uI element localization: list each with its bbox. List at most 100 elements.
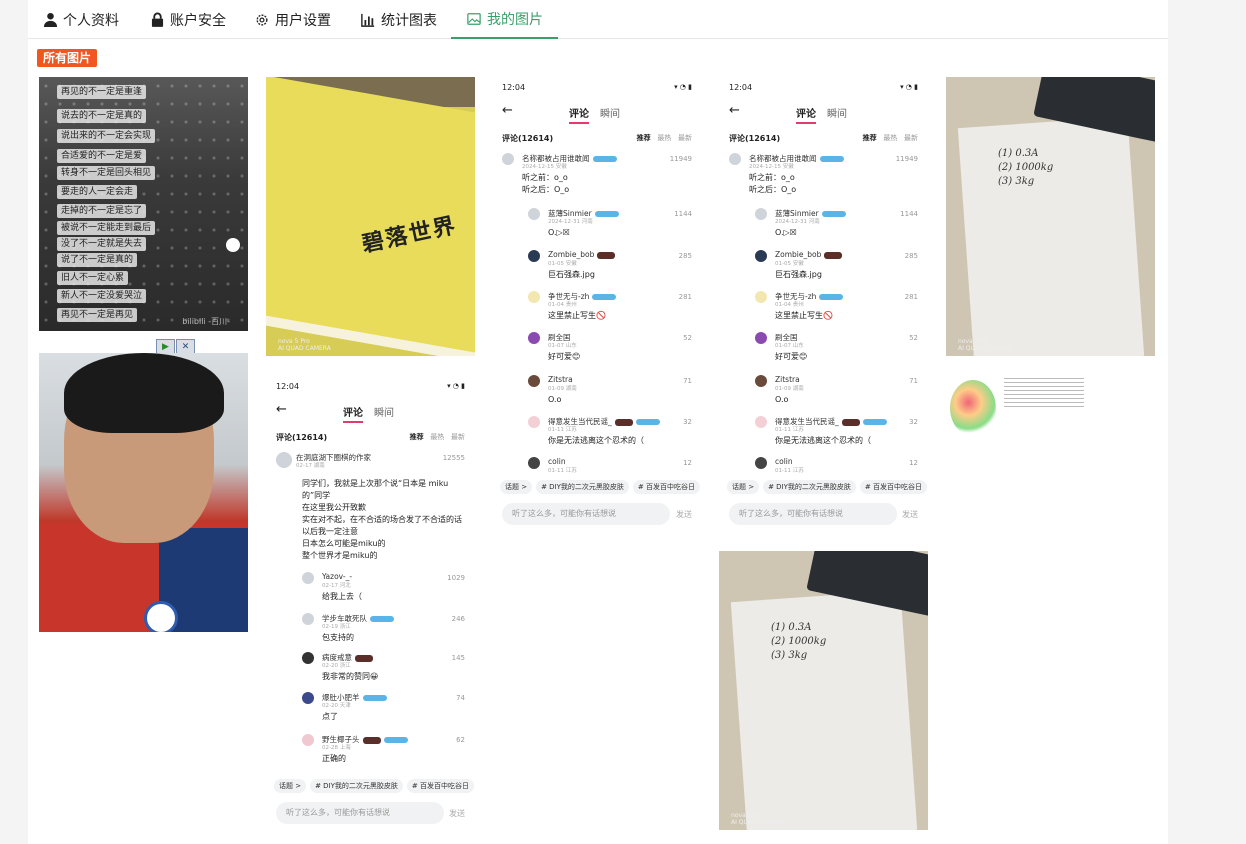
sort-new[interactable]: 最热 (657, 134, 671, 142)
topic-chip[interactable]: 话题 > (500, 480, 533, 494)
comment-input[interactable]: 听了这么多，可能你有话想说 (276, 802, 444, 824)
back-arrow-icon[interactable]: ← (502, 103, 513, 118)
like-count[interactable]: 1029 (447, 574, 465, 582)
sort-hot[interactable]: 推荐 (863, 134, 877, 142)
comment-input[interactable]: 听了这么多，可能你有话想说 (729, 503, 897, 525)
tab-profile[interactable]: 个人资料 (42, 0, 119, 39)
comment-text: 包支持的 (322, 633, 354, 642)
like-count[interactable]: 145 (452, 654, 465, 662)
topic-chip[interactable]: # 百发百中吃谷日 (406, 779, 475, 793)
avatar (528, 250, 540, 262)
picture-desk-2[interactable]: (1) 0.3A (2) 1000kg (3) 3kg nova 5 Pro AI Q… (719, 551, 928, 830)
play-icon[interactable]: ▶ (156, 339, 175, 354)
like-count[interactable]: 71 (909, 377, 918, 385)
comment-text: 好可爱😊 (775, 352, 808, 361)
reply-item: colin 01-11 江苏 12 (528, 457, 692, 477)
picture-comments-1-copy[interactable]: 12:04 ▾ ◔ ▮ ← 评论 瞬间 评论(12614) 推荐 最热 最新 名… (719, 77, 928, 529)
like-count[interactable]: 12 (683, 459, 692, 467)
like-count[interactable]: 32 (909, 418, 918, 426)
send-button[interactable]: 发送 (902, 509, 918, 520)
tab-statistics[interactable]: 统计图表 (360, 0, 437, 39)
hair-shape (64, 353, 224, 433)
send-button[interactable]: 发送 (449, 808, 465, 819)
like-count[interactable]: 281 (679, 293, 692, 301)
handwriting-line: (2) 1000kg (998, 162, 1054, 173)
picture-code-screenshot[interactable] (946, 376, 1155, 442)
like-count[interactable]: 1144 (674, 210, 692, 218)
like-count[interactable]: 32 (683, 418, 692, 426)
sort-new[interactable]: 最热 (883, 134, 897, 142)
like-count[interactable]: 74 (456, 694, 465, 702)
like-count[interactable]: 281 (905, 293, 918, 301)
tab-moments[interactable]: 瞬间 (600, 105, 620, 120)
like-count[interactable]: 71 (683, 377, 692, 385)
comment-text: 巨石强森.jpg (775, 270, 822, 279)
like-count[interactable]: 62 (456, 736, 465, 744)
picture-comments-2[interactable]: 12:04 ▾ ◔ ▮ ← 评论 瞬间 评论(12614) 推荐 最热 最新 在… (266, 376, 475, 830)
sort-latest[interactable]: 最新 (904, 134, 918, 142)
tab-user-settings[interactable]: 用户设置 (254, 0, 331, 39)
lyric-line: 旧人不一定心累 (57, 271, 129, 285)
send-button[interactable]: 发送 (676, 509, 692, 520)
comment-time: 2024-12-31 河南 (548, 219, 593, 225)
tab-my-pictures[interactable]: 我的图片 (451, 0, 558, 39)
reply-item: Yazov-_- 02-17 河北 1029 给我上去（ (302, 572, 465, 608)
comment-author: colin (775, 457, 793, 466)
like-count[interactable]: 285 (905, 252, 918, 260)
sort-hot[interactable]: 推荐 (637, 134, 651, 142)
status-time: 12:04 (276, 382, 300, 391)
comment-time: 01-11 江苏 (775, 468, 804, 474)
like-count[interactable]: 11949 (670, 155, 692, 163)
picture-student-photo[interactable] (39, 353, 248, 632)
topic-chip[interactable]: # DIY我的二次元黑胶皮肤 (310, 779, 403, 793)
topic-chip[interactable]: # DIY我的二次元黑胶皮肤 (536, 480, 629, 494)
sort-new[interactable]: 最热 (430, 433, 444, 441)
sort-latest[interactable]: 最新 (451, 433, 465, 441)
picture-desk-1[interactable]: (1) 0.3A (2) 1000kg (3) 3kg nova 5 Pro AI Q… (946, 77, 1155, 356)
avatar (302, 652, 314, 664)
comment-text: 我非常的赞同😀 (322, 672, 379, 681)
like-count[interactable]: 285 (679, 252, 692, 260)
comment-text: 这里禁止写生🚫 (775, 311, 833, 320)
like-count[interactable]: 52 (909, 334, 918, 342)
sort-hot[interactable]: 推荐 (410, 433, 424, 441)
comment-text: 正确的 (322, 754, 346, 763)
topic-chip[interactable]: # DIY我的二次元黑胶皮肤 (763, 480, 856, 494)
avatar (755, 250, 767, 262)
like-count[interactable]: 246 (452, 615, 465, 623)
tab-comments[interactable]: 评论 (343, 404, 363, 423)
comment-time: 2024-12-15 安徽 (749, 164, 794, 170)
topic-chip[interactable]: # 百发百中吃谷日 (859, 480, 928, 494)
topic-chip[interactable]: 话题 > (274, 779, 307, 793)
lyric-line: 再见的不一定是重逢 (57, 85, 147, 99)
comment-input[interactable]: 听了这么多，可能你有话想说 (502, 503, 670, 525)
tab-moments[interactable]: 瞬间 (827, 105, 847, 120)
avatar (729, 153, 741, 165)
topic-chip[interactable]: 话题 > (727, 480, 760, 494)
school-logo-icon (144, 601, 178, 632)
tab-moments[interactable]: 瞬间 (374, 404, 394, 419)
like-count[interactable]: 12 (909, 459, 918, 467)
picture-comments-1[interactable]: 12:04 ▾ ◔ ▮ ← 评论 瞬间 评论(12614) 推荐 最热 最新 名… (492, 77, 702, 529)
back-arrow-icon[interactable]: ← (276, 402, 287, 417)
vip-badge (592, 294, 617, 300)
vip-badge (824, 251, 843, 259)
back-arrow-icon[interactable]: ← (729, 103, 740, 118)
close-icon[interactable]: ✕ (176, 339, 195, 354)
like-count[interactable]: 52 (683, 334, 692, 342)
tab-comments[interactable]: 评论 (569, 105, 589, 124)
tab-comments[interactable]: 评论 (796, 105, 816, 124)
picture-book[interactable]: 碧落世界 nova 5 Pro AI QUAD CAMERA (266, 77, 475, 356)
topic-chip[interactable]: # 百发百中吃谷日 (632, 480, 701, 494)
sort-latest[interactable]: 最新 (678, 134, 692, 142)
like-count[interactable]: 11949 (896, 155, 918, 163)
comment-time: 01-11 江苏 (548, 468, 577, 474)
text-line: 听之后：O_o (749, 185, 797, 194)
like-count[interactable]: 12555 (443, 454, 465, 462)
tab-account-security[interactable]: 账户安全 (149, 0, 226, 39)
like-count[interactable]: 1144 (900, 210, 918, 218)
avatar (302, 613, 314, 625)
reply-item: 得意发生当代民谣_ 01-11 江苏 32 你是无法逃离这个忍术的（ (755, 416, 918, 452)
picture-lyrics[interactable]: 再见的不一定是重逢 说去的不一定是真的 说出来的不一定会实现 合适爱的不一定是爱… (39, 77, 248, 331)
avatar (528, 208, 540, 220)
